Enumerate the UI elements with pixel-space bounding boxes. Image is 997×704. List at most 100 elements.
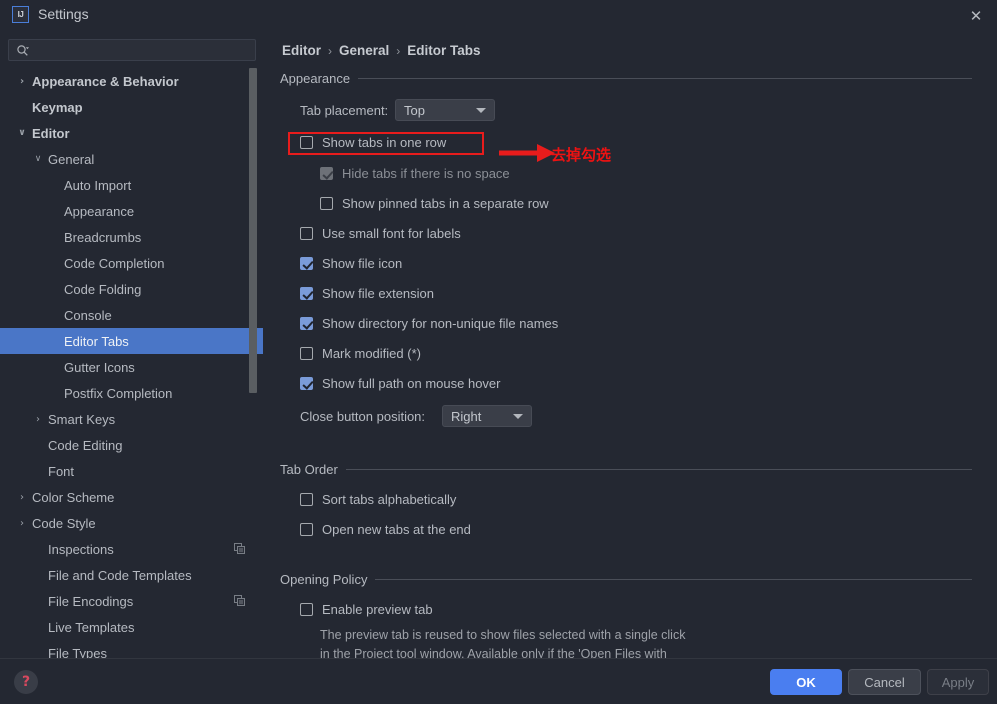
checkbox-label: Sort tabs alphabetically xyxy=(322,492,457,507)
section-header-opening-policy: Opening Policy xyxy=(280,572,972,587)
dialog-footer: ? OK Cancel Apply xyxy=(0,658,997,704)
sidebar-item-appearance-behavior[interactable]: › Appearance & Behavior xyxy=(0,68,263,94)
help-button[interactable]: ? xyxy=(14,670,38,694)
checkbox-box[interactable] xyxy=(300,287,313,300)
checkbox-label: Show file icon xyxy=(322,256,403,271)
breadcrumb-part-1[interactable]: General xyxy=(339,43,389,58)
checkbox-label: Show pinned tabs in a separate row xyxy=(342,196,549,211)
tab-placement-label: Tab placement: xyxy=(300,103,389,118)
checkbox-label: Show directory for non-unique file names xyxy=(322,316,559,331)
sidebar-item-label: Appearance & Behavior xyxy=(32,73,179,89)
sidebar-item-label: Code Folding xyxy=(64,281,142,297)
checkbox-label: Hide tabs if there is no space xyxy=(342,166,510,181)
copy-icon xyxy=(234,595,245,606)
sidebar-item-code-style[interactable]: › Code Style xyxy=(0,510,263,536)
checkbox-box[interactable] xyxy=(320,197,333,210)
sidebar-item-code-folding[interactable]: Code Folding xyxy=(0,276,263,302)
sidebar-item-console[interactable]: Console xyxy=(0,302,263,328)
checkbox-show-tabs-in-one-row[interactable]: Show tabs in one row xyxy=(300,135,446,150)
checkbox-box[interactable] xyxy=(300,257,313,270)
sidebar-item-auto-import[interactable]: Auto Import xyxy=(0,172,263,198)
description-line-1: The preview tab is reused to show files … xyxy=(320,628,686,642)
apply-button[interactable]: Apply xyxy=(927,669,989,695)
chevron-down-icon[interactable]: ∨ xyxy=(32,153,44,165)
breadcrumb-separator-icon: › xyxy=(396,43,401,58)
checkbox-box[interactable] xyxy=(300,136,313,149)
sidebar-item-file-and-code-templates[interactable]: File and Code Templates xyxy=(0,562,263,588)
checkbox-hide-tabs-if-there-is-no-space: Hide tabs if there is no space xyxy=(320,166,510,181)
sidebar-item-editor-tabs[interactable]: Editor Tabs xyxy=(0,328,263,354)
sidebar-item-live-templates[interactable]: Live Templates xyxy=(0,614,263,640)
checkbox-box[interactable] xyxy=(300,523,313,536)
checkbox-box[interactable] xyxy=(300,227,313,240)
checkbox-box[interactable] xyxy=(300,377,313,390)
sidebar-item-file-encodings[interactable]: File Encodings xyxy=(0,588,263,614)
checkbox-box[interactable] xyxy=(300,317,313,330)
sidebar-item-label: Gutter Icons xyxy=(64,359,135,375)
sidebar-item-color-scheme[interactable]: › Color Scheme xyxy=(0,484,263,510)
sidebar-item-label: Appearance xyxy=(64,203,135,219)
ok-button[interactable]: OK xyxy=(770,669,842,695)
checkbox-mark-modified[interactable]: Mark modified (*) xyxy=(300,346,421,361)
breadcrumb-separator-icon: › xyxy=(328,43,332,58)
section-divider xyxy=(345,469,972,470)
tab-placement-dropdown[interactable]: Top xyxy=(395,99,495,121)
sidebar-item-breadcrumbs[interactable]: Breadcrumbs xyxy=(0,224,263,250)
sidebar-item-file-types[interactable]: File Types xyxy=(0,640,263,659)
checkbox-label: Enable preview tab xyxy=(322,602,433,617)
checkbox-show-directory-for-non-unique-file-names[interactable]: Show directory for non-unique file names xyxy=(300,316,558,331)
search-box[interactable] xyxy=(8,39,256,61)
chevron-down-icon[interactable]: ∨ xyxy=(16,127,28,139)
chevron-down-icon xyxy=(513,414,523,419)
checkbox-label: Open new tabs at the end xyxy=(322,522,471,537)
chevron-right-icon[interactable]: › xyxy=(32,413,44,425)
section-title: Appearance xyxy=(280,71,351,86)
sidebar-item-label: Editor Tabs xyxy=(64,333,129,349)
chevron-right-icon[interactable]: › xyxy=(16,491,28,503)
sidebar-item-postfix-completion[interactable]: Postfix Completion xyxy=(0,380,263,406)
breadcrumb-part-0[interactable]: Editor xyxy=(282,43,321,58)
checkbox-enable-preview-tab[interactable]: Enable preview tab xyxy=(300,602,433,617)
checkbox-label: Use small font for labels xyxy=(322,226,461,241)
checkbox-label: Show tabs in one row xyxy=(322,135,447,150)
section-title: Tab Order xyxy=(280,462,338,477)
search-input[interactable] xyxy=(35,40,250,60)
sidebar-scrollbar-track[interactable] xyxy=(249,68,260,658)
checkbox-show-file-extension[interactable]: Show file extension xyxy=(300,286,434,301)
sidebar-item-general[interactable]: ∨ General xyxy=(0,146,263,172)
sidebar-item-label: Inspections xyxy=(48,541,114,557)
sidebar-item-label: Live Templates xyxy=(48,619,135,635)
sidebar-item-keymap[interactable]: Keymap xyxy=(0,94,263,120)
checkbox-box[interactable] xyxy=(300,493,313,506)
sidebar-item-gutter-icons[interactable]: Gutter Icons xyxy=(0,354,263,380)
sidebar-item-label: Postfix Completion xyxy=(64,385,173,401)
sidebar-item-code-editing[interactable]: Code Editing xyxy=(0,432,263,458)
checkbox-box[interactable] xyxy=(300,347,313,360)
chevron-right-icon[interactable]: › xyxy=(16,517,28,529)
close-button-position-dropdown[interactable]: Right xyxy=(442,405,532,427)
sidebar-item-editor[interactable]: ∨ Editor xyxy=(0,120,263,146)
checkbox-box[interactable] xyxy=(300,603,313,616)
sidebar-scrollbar-thumb[interactable] xyxy=(249,68,257,393)
settings-tree[interactable]: › Appearance & Behavior Keymap ∨ Editor ∨ Gene… xyxy=(0,68,263,658)
close-icon[interactable]: ✕ xyxy=(965,5,987,27)
sidebar-item-font[interactable]: Font xyxy=(0,458,263,484)
chevron-right-icon[interactable]: › xyxy=(16,75,28,87)
close-button-position-value: Right xyxy=(451,408,482,424)
checkbox-use-small-font-for-labels[interactable]: Use small font for labels xyxy=(300,226,461,241)
sidebar-item-appearance[interactable]: Appearance xyxy=(0,198,263,224)
checkbox-open-new-tabs-at-the-end[interactable]: Open new tabs at the end xyxy=(300,522,471,537)
sidebar-item-label: File Types xyxy=(48,645,108,659)
cancel-button[interactable]: Cancel xyxy=(848,669,921,695)
section-divider xyxy=(375,579,972,580)
checkbox-show-pinned-tabs-in-a-separate-row[interactable]: Show pinned tabs in a separate row xyxy=(320,196,549,211)
sidebar-item-inspections[interactable]: Inspections xyxy=(0,536,263,562)
sidebar-item-code-completion[interactable]: Code Completion xyxy=(0,250,263,276)
checkbox-show-full-path-on-mouse-hover[interactable]: Show full path on mouse hover xyxy=(300,376,501,391)
checkbox-sort-tabs-alphabetically[interactable]: Sort tabs alphabetically xyxy=(300,492,456,507)
preview-tab-description: The preview tab is reused to show files … xyxy=(320,626,780,658)
sidebar-item-label: Console xyxy=(64,307,112,323)
checkbox-show-file-icon[interactable]: Show file icon xyxy=(300,256,402,271)
checkbox-label: Show file extension xyxy=(322,286,435,301)
sidebar-item-smart-keys[interactable]: › Smart Keys xyxy=(0,406,263,432)
